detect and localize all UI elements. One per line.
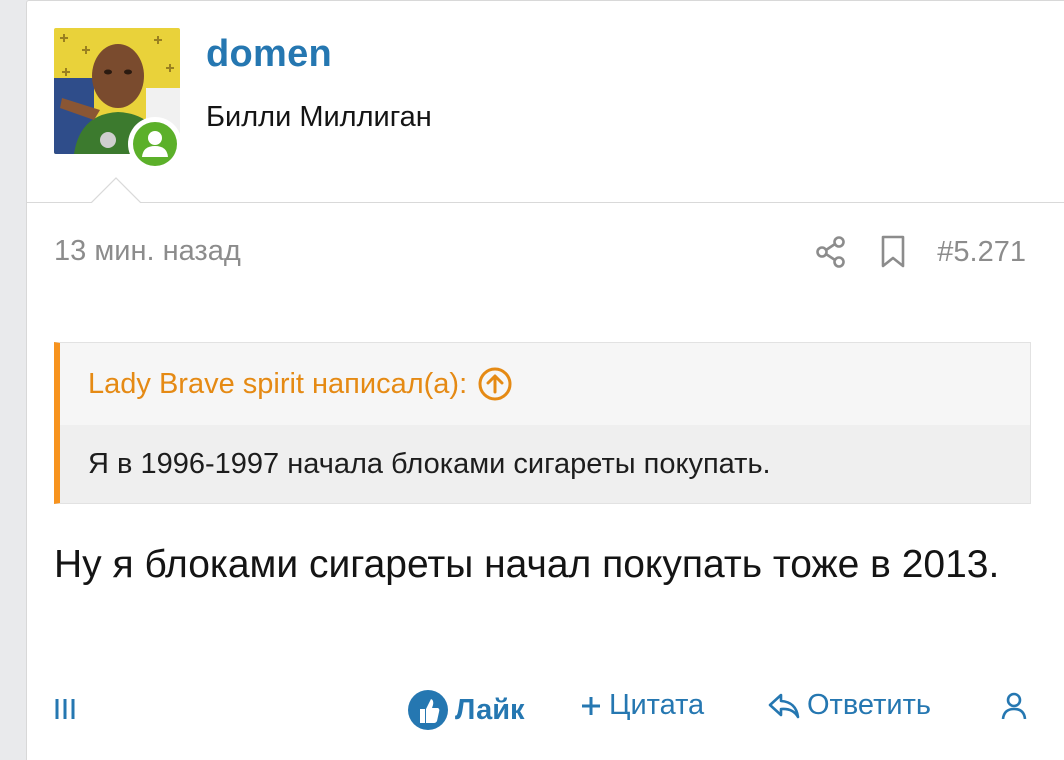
- thumbs-up-icon: [408, 690, 448, 730]
- post-time[interactable]: 13 мин. назад: [54, 235, 241, 268]
- online-status-badge: [128, 117, 182, 171]
- plus-icon: [582, 696, 600, 715]
- reply-icon: [768, 693, 800, 718]
- like-button[interactable]: Лайк: [407, 689, 525, 731]
- reply-label: Ответить: [807, 689, 931, 721]
- message-text: Ну я блоками сигареты начал покупать тож…: [54, 543, 1000, 586]
- header-pointer-arrow: [90, 177, 142, 204]
- post-meta-actions: #5.271: [813, 229, 1026, 275]
- post-number-link[interactable]: #5.271: [937, 236, 1026, 269]
- quote-label: Цитата: [609, 689, 705, 721]
- like-label: Лайк: [455, 693, 525, 726]
- quote-header[interactable]: Lady Brave spirit написал(а):: [60, 343, 1030, 425]
- share-icon[interactable]: [813, 234, 849, 270]
- user-icon: [142, 131, 168, 157]
- quote-button[interactable]: Цитата: [579, 689, 704, 722]
- quote-text: Я в 1996-1997 начала блоками сигареты по…: [60, 425, 1030, 503]
- post-footer-actions: Лайк Цитата Ответить: [27, 685, 1064, 745]
- quote-author: Lady Brave spirit написал(а):: [88, 367, 468, 400]
- username-link[interactable]: domen: [206, 33, 332, 76]
- reply-button[interactable]: Ответить: [767, 689, 931, 722]
- user-header: domen Билли Миллиган: [27, 1, 1064, 204]
- user-title: Билли Миллиган: [206, 101, 432, 133]
- go-to-quote-icon[interactable]: [477, 366, 513, 402]
- post-card: domen Билли Миллиган 13 мин. назад #5.27…: [26, 0, 1064, 760]
- bookmark-icon[interactable]: [875, 234, 911, 270]
- quote-block: Lady Brave spirit написал(а): Я в 1996-1…: [54, 342, 1031, 504]
